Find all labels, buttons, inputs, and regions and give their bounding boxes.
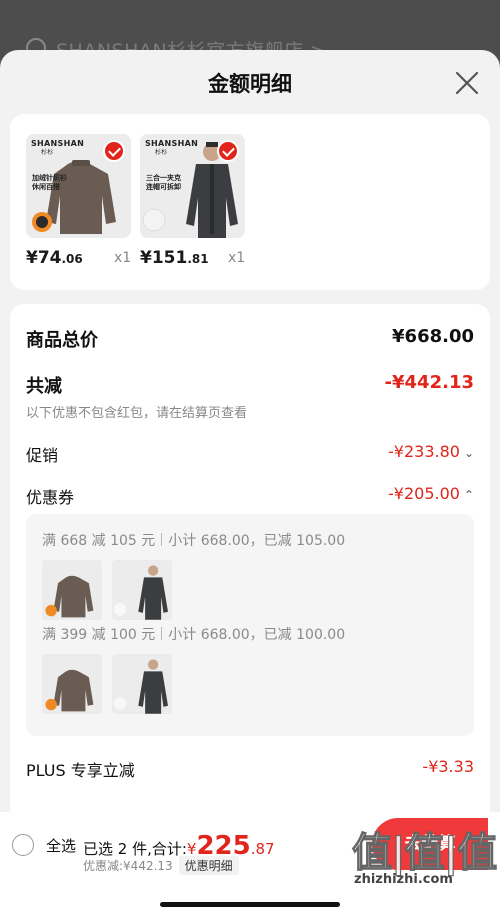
total-reduce-value: -¥442.13 — [384, 372, 474, 393]
product-image-jacket: SHANSHAN 杉杉 三合一夹克 连帽可拆卸 — [140, 134, 245, 238]
total-reduce-label: 共减 — [26, 376, 62, 397]
coupon-product-thumb — [112, 654, 172, 714]
close-icon[interactable] — [454, 70, 480, 96]
coupon-product-thumb — [112, 560, 172, 620]
coupon-detail-box: 满 668 减 105 元小计 668.00，已减 105.00 满 399 减… — [26, 514, 474, 736]
coupon-product-thumb — [42, 560, 102, 620]
sheet-title: 金额明细 — [208, 72, 292, 96]
promo-label: 促销 — [26, 446, 59, 465]
promo-value: -¥233.80 — [388, 442, 460, 461]
coupon-row[interactable]: 优惠券 -¥205.00 ⌃ — [26, 484, 474, 508]
home-indicator — [160, 902, 340, 907]
product-qty: x1 — [114, 250, 132, 266]
coupon-value: -¥205.00 — [388, 484, 460, 503]
product-qty: x1 — [228, 250, 246, 266]
product-price: ¥74.06 — [26, 248, 83, 268]
total-decimal: .87 — [250, 840, 275, 858]
selected-check-icon — [217, 140, 239, 162]
plus-value: -¥3.33 — [422, 757, 474, 776]
product-tagline: 三合一夹克 连帽可拆卸 — [146, 174, 181, 192]
coupon-line: 满 668 减 105 元小计 668.00，已减 105.00 — [42, 533, 346, 549]
product-item[interactable]: SHANSHAN 杉杉 三合一夹克 连帽可拆卸 ¥151.81 x1 — [140, 134, 245, 268]
plus-label: PLUS 专享立减 — [26, 761, 135, 780]
product-brand: SHANSHAN 杉杉 — [31, 139, 85, 156]
discount-text: 优惠减:¥442.13 — [83, 859, 173, 873]
product-brand: SHANSHAN 杉杉 — [145, 139, 199, 156]
product-image-sweater: SHANSHAN 杉杉 加绒针织衫 休闲百搭 — [26, 134, 131, 238]
product-price: ¥151.81 — [140, 248, 209, 268]
coupon-line: 满 399 减 100 元小计 668.00，已减 100.00 — [42, 627, 346, 643]
checkout-bar: 全选 已选 2 件,合计:¥225.87 优惠减:¥442.13 优惠明细 去结算… — [0, 812, 500, 917]
amount-detail-sheet: 金额明细 SHANSHAN 杉杉 加绒针织衫 休闲百搭 ¥74.06 x1 SH… — [0, 50, 500, 917]
selected-check-icon — [103, 140, 125, 162]
watermark-logo: 值|值|值 zhizhizhi.com — [351, 820, 498, 898]
sheet-header: 金额明细 — [0, 50, 500, 114]
promo-row[interactable]: 促销 -¥233.80 ⌄ — [26, 442, 474, 466]
watermark-text: 值|值|值 — [351, 829, 497, 876]
coupon-product-thumb — [42, 654, 102, 714]
discount-detail-link[interactable]: 优惠明细 — [178, 856, 239, 875]
chevron-down-icon: ⌄ — [463, 446, 474, 460]
watermark-url: zhizhizhi.com — [354, 872, 453, 887]
coupon-label: 优惠券 — [26, 488, 75, 507]
select-all-label[interactable]: 全选 — [46, 835, 76, 856]
product-tagline: 加绒针织衫 休闲百搭 — [32, 174, 67, 192]
reduce-note: 以下优惠不包含红包，请在结算页查看 — [26, 406, 248, 421]
price-details-card: 商品总价 ¥668.00 共减 -¥442.13 以下优惠不包含红包，请在结算页… — [10, 304, 490, 824]
total-price-label: 商品总价 — [26, 330, 98, 351]
discount-summary: 优惠减:¥442.13 优惠明细 — [83, 856, 239, 875]
select-all-radio[interactable] — [12, 834, 34, 856]
chevron-up-icon: ⌃ — [463, 488, 474, 502]
product-item[interactable]: SHANSHAN 杉杉 加绒针织衫 休闲百搭 ¥74.06 x1 — [26, 134, 131, 268]
selected-products-card: SHANSHAN 杉杉 加绒针织衫 休闲百搭 ¥74.06 x1 SHANSHAN 杉… — [10, 114, 490, 290]
total-price-value: ¥668.00 — [392, 326, 474, 347]
